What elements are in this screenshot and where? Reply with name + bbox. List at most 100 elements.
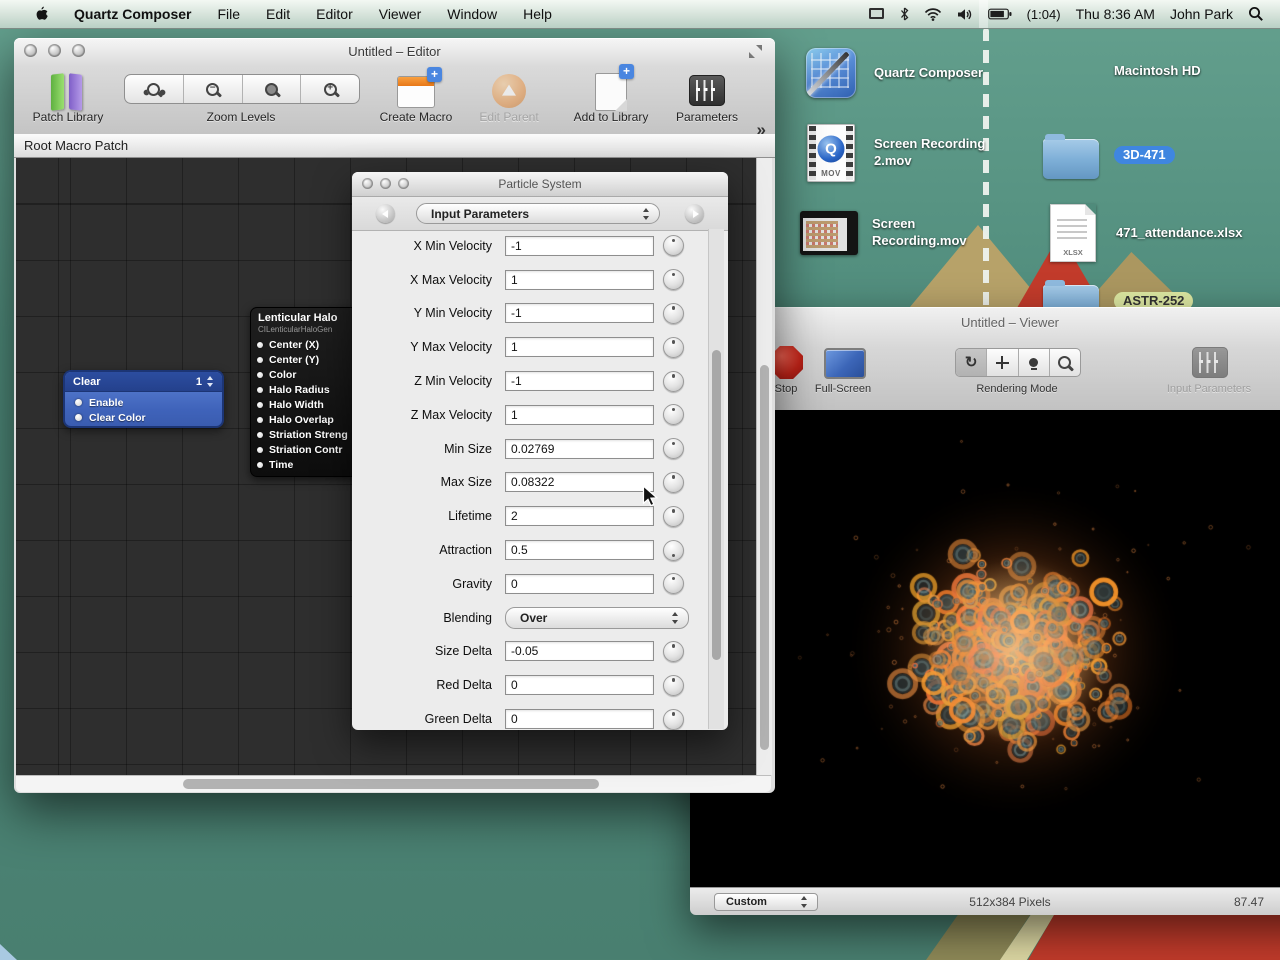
node-port[interactable]: Center (Y) [257,352,357,367]
parameter-knob[interactable] [663,472,684,493]
parameter-input[interactable] [505,641,654,661]
fast-user-switch-menu[interactable]: John Park [1170,6,1233,22]
menu-viewer[interactable]: Viewer [366,6,435,22]
zoom-button[interactable] [398,178,409,189]
editor-titlebar[interactable]: Untitled – Editor Patch Library −+ Zoom … [14,38,775,135]
parameter-input[interactable] [505,472,654,492]
zoom-mode-button[interactable] [1050,349,1080,376]
spotlight-menu[interactable] [1248,6,1264,22]
port-dot-icon[interactable] [75,414,82,421]
node-port[interactable]: Striation Streng [257,427,357,442]
parameter-input[interactable] [505,270,654,290]
parameter-knob[interactable] [663,269,684,290]
port-dot-icon[interactable] [257,357,263,363]
port-dot-icon[interactable] [75,399,82,406]
scrollbar-thumb[interactable] [183,779,599,789]
zoom-actual-button[interactable] [243,75,302,103]
parameter-input[interactable] [505,303,654,323]
trackball-mode-button[interactable] [1019,349,1050,376]
full-screen-button[interactable] [824,348,866,379]
parameter-knob[interactable] [663,303,684,324]
menu-edit[interactable]: Edit [253,6,303,22]
node-port[interactable]: Halo Width [257,397,357,412]
parameter-knob[interactable] [663,675,684,696]
menu-quartz-composer[interactable]: Quartz Composer [61,6,204,22]
parameter-knob[interactable] [663,573,684,594]
desktop-icon-471-attendance-xlsx[interactable]: XLSX471_attendance.xlsx [1042,202,1257,264]
forward-button[interactable] [685,204,704,223]
zoom-in-button[interactable]: + [301,75,359,103]
port-dot-icon[interactable] [257,447,263,453]
breadcrumb[interactable]: Root Macro Patch [14,134,775,158]
menu-file[interactable]: File [204,6,253,22]
layer-stepper-icon[interactable] [207,376,214,387]
parameter-input[interactable] [505,675,654,695]
volume-menu-extra[interactable] [957,8,973,21]
node-port[interactable]: Time [257,457,357,472]
parameter-input[interactable] [505,506,654,526]
port-dot-icon[interactable] [257,387,263,393]
node-port[interactable]: Clear Color [75,410,222,425]
editor-vertical-scrollbar[interactable] [756,158,772,775]
port-dot-icon[interactable] [257,342,263,348]
scrollbar-thumb[interactable] [712,350,721,660]
pan-mode-button[interactable] [987,349,1018,376]
desktop-icon-screen-recording-mov[interactable]: Screen Recording.mov [798,202,1013,264]
battery-menu-extra[interactable] [988,8,1012,20]
parameter-knob[interactable] [663,371,684,392]
parameters-button[interactable]: Parameters [662,38,752,106]
port-dot-icon[interactable] [257,432,263,438]
node-port[interactable]: Center (X) [257,337,357,352]
lenticular-halo-node[interactable]: Lenticular Halo CILenticularHaloGen Cent… [250,307,358,477]
parameter-knob[interactable] [663,641,684,662]
parameter-knob[interactable] [663,404,684,425]
node-port[interactable]: Halo Radius [257,382,357,397]
parameter-knob[interactable] [663,709,684,730]
panel-titlebar[interactable]: Particle System [352,172,728,197]
minimize-button[interactable] [380,178,391,189]
node-port[interactable]: Striation Contr [257,442,357,457]
close-button[interactable] [362,178,373,189]
viewer-titlebar[interactable]: Untitled – Viewer Stop Full-Screen ↻ Ren… [690,307,1280,411]
node-port[interactable]: Halo Overlap [257,412,357,427]
zoom-fit-button[interactable] [125,75,184,103]
parameter-input[interactable] [505,236,654,256]
port-dot-icon[interactable] [257,462,263,468]
clear-node[interactable]: Clear 1 EnableClear Color [63,370,224,428]
desktop-icon-quartz-composer[interactable]: Quartz Composer [800,42,1015,104]
create-macro-button[interactable]: + Create Macro [371,38,461,108]
port-dot-icon[interactable] [257,372,263,378]
menu-clock[interactable]: Thu 8:36 AM [1076,6,1155,22]
desktop-icon-macintosh-hd[interactable]: Macintosh HD [1040,40,1255,102]
zoom-out-button[interactable]: − [184,75,243,103]
port-dot-icon[interactable] [257,402,263,408]
port-dot-icon[interactable] [257,417,263,423]
parameter-input[interactable] [505,574,654,594]
parameter-knob[interactable] [663,540,684,561]
rotate-mode-button[interactable]: ↻ [956,349,987,376]
node-port[interactable]: Color [257,367,357,382]
back-button[interactable] [376,204,395,223]
apple-menu[interactable] [20,6,61,23]
menu-help[interactable]: Help [510,6,565,22]
parameter-input[interactable] [505,709,654,729]
panel-scrollbar[interactable] [708,229,724,729]
parameter-knob[interactable] [663,506,684,527]
parameter-input[interactable] [505,371,654,391]
desktop-icon-3d-471[interactable]: 3D-471 [1040,124,1255,186]
editor-horizontal-scrollbar[interactable] [16,775,771,792]
node-port[interactable]: Enable [75,395,222,410]
menu-editor[interactable]: Editor [303,6,366,22]
add-to-library-button[interactable]: + Add to Library [566,38,656,111]
display-menu-extra[interactable] [868,7,885,21]
input-parameters-icon[interactable] [1192,347,1228,378]
parameter-input[interactable] [505,439,654,459]
parameter-input[interactable] [505,337,654,357]
parameter-knob[interactable] [663,438,684,459]
parameter-knob[interactable] [663,337,684,358]
desktop-icon-screen-recording-2-mov[interactable]: QMOVScreen Recording 2.mov [800,122,1015,184]
bluetooth-menu-extra[interactable] [900,7,909,21]
menu-window[interactable]: Window [434,6,510,22]
inspector-page-dropdown[interactable]: Input Parameters [416,203,660,224]
parameter-input[interactable] [505,540,654,560]
